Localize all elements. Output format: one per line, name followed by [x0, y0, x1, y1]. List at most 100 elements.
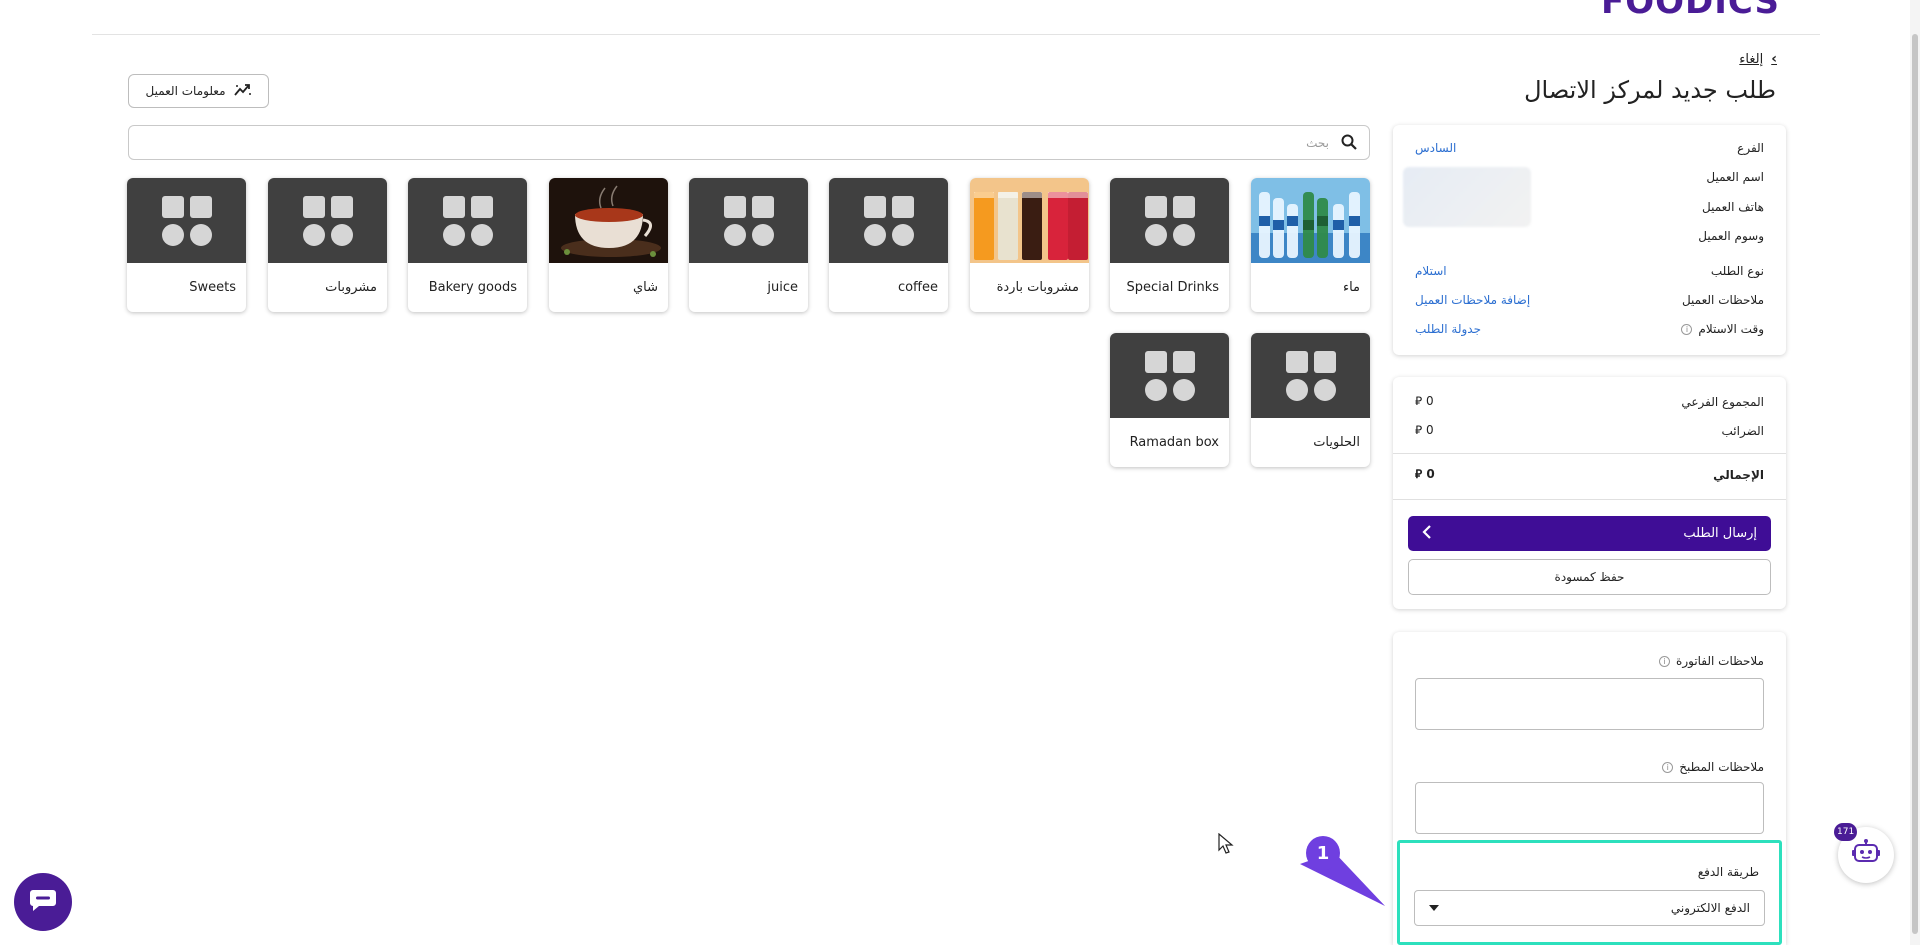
customer-phone-label: هاتف العميل: [1702, 200, 1764, 214]
category-card[interactable]: ماء: [1251, 178, 1370, 312]
category-label: Bakery goods: [428, 280, 517, 295]
branch-label: الفرع: [1737, 141, 1764, 155]
category-card[interactable]: مشروبات باردة: [970, 178, 1089, 312]
order-type-label: نوع الطلب: [1710, 264, 1764, 278]
customer-notes-row: ملاحظات العميل إضافة ملاحظات العميل: [1415, 293, 1764, 307]
category-image: [970, 178, 1089, 263]
category-placeholder-icon: [689, 178, 808, 263]
customer-name-label: اسم العميل: [1706, 170, 1764, 184]
category-label: Special Drinks: [1126, 280, 1219, 295]
category-label: مشروبات: [325, 280, 377, 295]
totals-divider: [1393, 499, 1786, 500]
taxes-label: الضرائب: [1721, 423, 1764, 438]
notification-badge: 171: [1834, 823, 1858, 841]
info-icon: i: [1659, 655, 1671, 667]
category-label: Sweets: [189, 280, 236, 295]
category-placeholder-icon: [1251, 333, 1370, 418]
invoice-notes-label: ملاحظات الفاتورة: [1676, 654, 1764, 668]
total-label: الإجمالي: [1713, 467, 1764, 482]
kitchen-notes-field[interactable]: [1415, 782, 1764, 834]
customer-tags-label: وسوم العميل: [1698, 229, 1764, 243]
robot-icon: [1851, 839, 1881, 871]
add-customer-notes-link[interactable]: إضافة ملاحظات العميل: [1415, 293, 1530, 307]
subtotal-value: 0: [1425, 394, 1434, 408]
total-value: 0: [1426, 467, 1435, 481]
category-card[interactable]: juice: [689, 178, 808, 312]
category-card[interactable]: شاي: [549, 178, 668, 312]
currency-icon: ⃁: [1415, 394, 1423, 408]
order-type-row: نوع الطلب استلام: [1415, 264, 1764, 278]
pickup-time-label: وقت الاستلام: [1698, 322, 1764, 336]
category-label: شاي: [632, 280, 658, 295]
taxes-value: 0: [1425, 423, 1434, 437]
product-search[interactable]: [128, 125, 1370, 160]
support-chat-button[interactable]: [14, 873, 72, 931]
category-label: ماء: [1342, 280, 1360, 295]
currency-icon: ⃁: [1415, 467, 1423, 481]
mouse-cursor-icon: [1218, 833, 1234, 854]
schedule-order-link[interactable]: جدولة الطلب: [1415, 322, 1481, 336]
kitchen-notes-label: ملاحظات المطبخ: [1679, 760, 1764, 774]
total-row: الإجمالي 0 ⃁: [1415, 467, 1764, 482]
category-placeholder-icon: [1110, 178, 1229, 263]
currency-icon: ⃁: [1415, 423, 1423, 437]
client-info-button[interactable]: معلومات العميل: [128, 74, 269, 108]
branch-row: الفرع السادس: [1415, 141, 1764, 155]
payment-method-value: الدفع الالكتروني: [1670, 901, 1750, 915]
order-type-value[interactable]: استلام: [1415, 264, 1447, 278]
category-card[interactable]: coffee: [829, 178, 948, 312]
caret-down-icon: [1429, 905, 1439, 911]
scrollbar-thumb[interactable]: [1912, 34, 1918, 934]
assistant-bot-button[interactable]: 171: [1834, 823, 1894, 883]
cancel-link[interactable]: › إلغاء: [1739, 51, 1777, 67]
taxes-row: الضرائب 0 ⃁: [1415, 423, 1764, 438]
taxes-amount: 0 ⃁: [1415, 423, 1434, 438]
total-amount: 0 ⃁: [1415, 467, 1435, 482]
order-info-panel: الفرع السادس اسم العميل هاتف العميل وسوم…: [1393, 125, 1786, 355]
totals-panel: المجموع الفرعي 0 ⃁ الضرائب 0 ⃁ الإجمالي …: [1393, 377, 1786, 609]
category-label: Ramadan box: [1129, 435, 1219, 450]
pickup-time-row: وقت الاستلام i جدولة الطلب: [1415, 322, 1764, 336]
client-info-label: معلومات العميل: [145, 84, 226, 98]
info-icon: i: [1662, 761, 1674, 773]
category-placeholder-icon: [268, 178, 387, 263]
category-card[interactable]: الحلويات: [1251, 333, 1370, 467]
totals-divider: [1393, 453, 1786, 454]
step-number-badge: 1: [1306, 836, 1340, 870]
category-image: [1251, 178, 1370, 263]
info-icon: i: [1681, 323, 1693, 335]
category-card[interactable]: مشروبات: [268, 178, 387, 312]
top-header: FOODICS: [92, 0, 1820, 35]
subtotal-label: المجموع الفرعي: [1681, 394, 1764, 409]
pickup-time-label-wrap: وقت الاستلام i: [1681, 322, 1764, 336]
kitchen-notes-label-wrap: ملاحظات المطبخ i: [1662, 760, 1764, 774]
category-label: juice: [767, 280, 798, 295]
customer-phone-row: هاتف العميل: [1415, 200, 1764, 214]
category-card[interactable]: Ramadan box: [1110, 333, 1229, 467]
subtotal-row: المجموع الفرعي 0 ⃁: [1415, 394, 1764, 409]
page-scrollbar[interactable]: [1910, 0, 1920, 945]
category-card[interactable]: Sweets: [127, 178, 246, 312]
category-card[interactable]: Special Drinks: [1110, 178, 1229, 312]
category-label: الحلويات: [1313, 435, 1360, 450]
search-input[interactable]: [179, 132, 1329, 154]
category-image: [549, 178, 668, 263]
category-label: coffee: [897, 280, 938, 295]
chevron-right-icon: ›: [1771, 51, 1777, 67]
cancel-label: إلغاء: [1739, 51, 1764, 67]
category-placeholder-icon: [1110, 333, 1229, 418]
subtotal-amount: 0 ⃁: [1415, 394, 1434, 409]
payment-method-select[interactable]: الدفع الالكتروني: [1414, 890, 1765, 926]
customer-notes-label: ملاحظات العميل: [1681, 293, 1764, 307]
page-title: طلب جديد لمركز الاتصال: [1524, 76, 1776, 104]
category-placeholder-icon: [127, 178, 246, 263]
save-draft-button[interactable]: حفظ كمسودة: [1408, 559, 1771, 595]
payment-method-highlight: طريقة الدفع الدفع الالكتروني: [1397, 840, 1782, 945]
customer-tags-row: وسوم العميل: [1415, 229, 1764, 243]
submit-order-button[interactable]: إرسال الطلب: [1408, 516, 1771, 551]
invoice-notes-field[interactable]: [1415, 678, 1764, 730]
payment-method-label: طريقة الدفع: [1697, 865, 1759, 879]
branch-value[interactable]: السادس: [1415, 141, 1456, 155]
category-card[interactable]: Bakery goods: [408, 178, 527, 312]
chat-icon: [29, 888, 57, 916]
